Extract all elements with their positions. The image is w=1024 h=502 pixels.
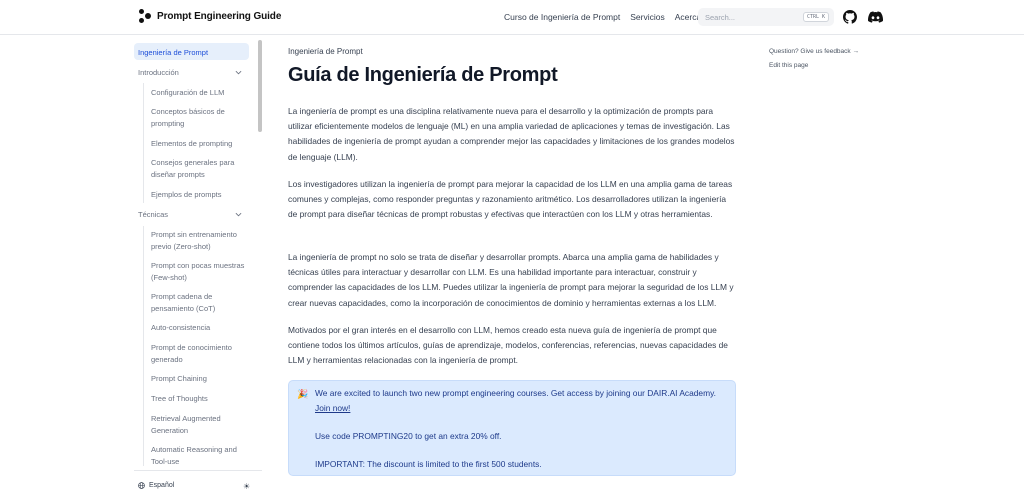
party-popper-icon: 🎉 <box>297 389 309 399</box>
sidebar-item-cot[interactable]: Prompt cadena de pensamiento (CoT) <box>151 291 251 314</box>
sidebar-item-auto-consistencia[interactable]: Auto-consistencia <box>151 322 251 334</box>
sidebar-tree-line <box>143 226 144 466</box>
sidebar-item-introduccion[interactable]: Introducción <box>138 67 179 79</box>
callout-code-text: Use code PROMPTING20 to get an extra 20%… <box>315 431 502 441</box>
language-selector[interactable]: Español <box>138 482 174 489</box>
logo-text: Prompt Engineering Guide <box>157 10 282 22</box>
sidebar-item-tecnicas[interactable]: Técnicas <box>138 209 168 221</box>
globe-icon <box>138 482 145 489</box>
top-navbar: Prompt Engineering Guide Curso de Ingeni… <box>0 0 1024 35</box>
discord-icon[interactable] <box>868 11 883 23</box>
sidebar-item-conocimiento-generado[interactable]: Prompt de conocimiento generado <box>151 342 251 365</box>
sidebar-item-conceptos-basicos[interactable]: Conceptos básicos de prompting <box>151 106 251 129</box>
paragraph-4: Motivados por el gran interés en el desa… <box>288 325 728 366</box>
breadcrumb: Ingeniería de Prompt <box>288 47 363 56</box>
chevron-down-icon[interactable] <box>235 211 242 218</box>
sidebar-item-elementos-prompting[interactable]: Elementos de prompting <box>151 138 251 150</box>
paragraph-1: La ingeniería de prompt es una disciplin… <box>288 106 735 162</box>
callout-announcement: We are excited to launch two new prompt … <box>315 388 716 398</box>
join-now-link[interactable]: Join now! <box>315 403 350 413</box>
sidebar-item-ejemplos-prompts[interactable]: Ejemplos de prompts <box>151 189 251 201</box>
sun-icon[interactable]: ☀ <box>243 482 250 491</box>
callout-text: We are excited to launch two new prompt … <box>315 386 730 416</box>
nav-link-course[interactable]: Curso de Ingeniería de Prompt <box>504 12 620 22</box>
sidebar-item-configuracion-llm[interactable]: Configuración de LLM <box>151 87 251 99</box>
feedback-link[interactable]: Question? Give us feedback → <box>769 48 859 55</box>
chevron-down-icon[interactable] <box>235 69 242 76</box>
callout-important-text: IMPORTANT: The discount is limited to th… <box>315 459 542 469</box>
search-placeholder: Search... <box>705 13 736 22</box>
sidebar-item-zero-shot[interactable]: Prompt sin entrenamiento previo (Zero-sh… <box>151 229 251 252</box>
logo-icon <box>139 9 151 23</box>
nav-links: Curso de Ingeniería de Prompt Servicios … <box>504 12 713 22</box>
page-title: Guía de Ingeniería de Prompt <box>288 64 558 86</box>
search-shortcut: CTRL K <box>802 12 829 22</box>
sidebar-item-tree-of-thoughts[interactable]: Tree of Thoughts <box>151 393 251 405</box>
language-label: Español <box>149 482 175 489</box>
sidebar-item-rag[interactable]: Retrieval Augmented Generation <box>151 413 251 436</box>
paragraph-2: Los investigadores utilizan la ingenierí… <box>288 179 733 220</box>
edit-page-link[interactable]: Edit this page <box>769 62 808 69</box>
github-icon[interactable] <box>843 10 857 24</box>
paragraph-3: La ingeniería de prompt no solo se trata… <box>288 252 734 308</box>
site-logo[interactable]: Prompt Engineering Guide <box>139 9 281 23</box>
sidebar-item-few-shot[interactable]: Prompt con pocas muestras (Few-shot) <box>151 260 251 283</box>
sidebar-item-consejos-generales[interactable]: Consejos generales para diseñar prompts <box>151 157 251 180</box>
nav-link-services[interactable]: Servicios <box>630 12 664 22</box>
sidebar-scrollbar[interactable] <box>258 40 262 132</box>
sidebar-item-art[interactable]: Automatic Reasoning and Tool-use <box>151 444 251 466</box>
sidebar-item-prompt-chaining[interactable]: Prompt Chaining <box>151 373 251 385</box>
sidebar-tree-line <box>143 83 144 203</box>
course-callout: 🎉 We are excited to launch two new promp… <box>288 380 736 476</box>
search-input[interactable]: Search... CTRL K <box>698 8 834 26</box>
sidebar-item-ingenieria-de-prompt[interactable]: Ingeniería de Prompt <box>138 47 208 59</box>
